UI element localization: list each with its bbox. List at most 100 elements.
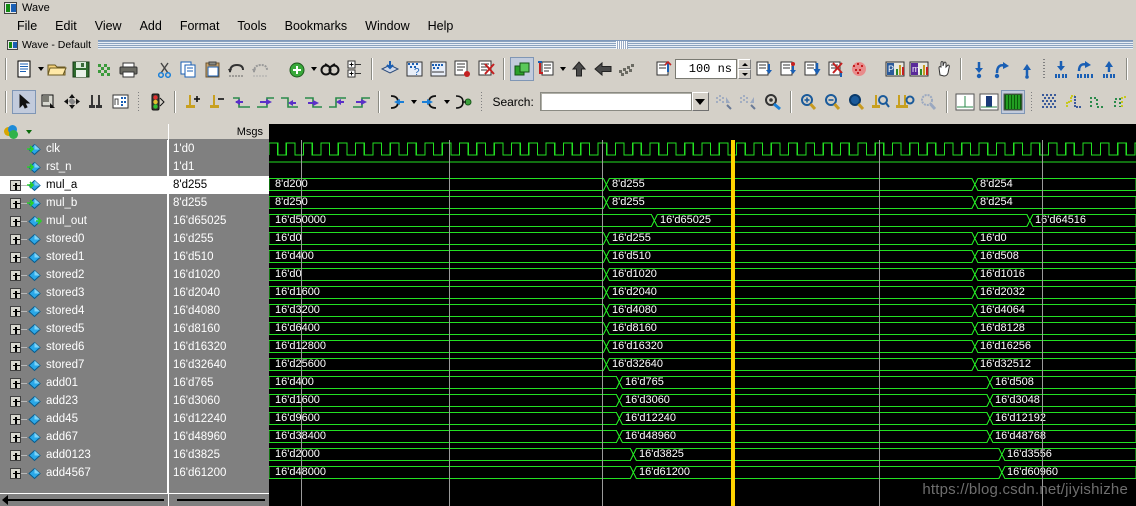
wave-config-icon[interactable]	[108, 90, 132, 114]
next-rising-edge-icon[interactable]	[301, 90, 325, 114]
waveform-row-stored1[interactable]: 16'd400 16'd510 16'd508	[269, 248, 1136, 266]
insert-cursor-plus-icon[interactable]	[181, 90, 205, 114]
signal-row-add23[interactable]: add23	[0, 392, 167, 410]
restart-icon[interactable]	[651, 57, 675, 81]
wave-mix-icon[interactable]	[615, 57, 639, 81]
expand-icon[interactable]	[10, 197, 21, 209]
redo-icon[interactable]	[249, 57, 273, 81]
grid-custom-icon[interactable]	[1110, 90, 1134, 114]
search-next-icon[interactable]	[737, 90, 761, 114]
expand-icon[interactable]	[10, 233, 21, 245]
find-signal-icon[interactable]: ?	[402, 57, 426, 81]
waveform-row-stored4[interactable]: 16'd3200 16'd4080 16'd4064	[269, 302, 1136, 320]
open-folder-icon[interactable]	[45, 57, 69, 81]
waveform-row-stored3[interactable]: 16'd1600 16'd2040 16'd2032	[269, 284, 1136, 302]
expand-icon[interactable]	[10, 431, 21, 443]
reload-icon[interactable]	[93, 57, 117, 81]
waveform-row-stored7[interactable]: 16'd25600 16'd32640 16'd32512	[269, 356, 1136, 374]
left-arrow-icon[interactable]	[591, 57, 615, 81]
expand-collapse-icon[interactable]	[342, 57, 366, 81]
step-into-icon[interactable]	[967, 57, 991, 81]
move-icon[interactable]	[60, 90, 84, 114]
add-wave-dropdown-icon[interactable]	[309, 57, 318, 81]
pane-drag-handle[interactable]	[98, 40, 1133, 49]
waveform-row-clk[interactable]	[269, 140, 1136, 158]
prev-transition-icon[interactable]	[229, 90, 253, 114]
waveform-row-stored6[interactable]: 16'd12800 16'd16320 16'd16256	[269, 338, 1136, 356]
signal-value-list[interactable]: 1'd0 1'd1 8'd255 8'd255 16'd65025 16'd255 16'd…	[169, 140, 269, 493]
expand-icon[interactable]	[10, 395, 21, 407]
find-next-icon[interactable]	[418, 90, 442, 114]
expand-icon[interactable]	[10, 467, 21, 479]
expand-icon[interactable]	[10, 251, 21, 263]
search-options-icon[interactable]	[761, 90, 785, 114]
menu-tools[interactable]: Tools	[228, 17, 275, 35]
step-out-inst-icon[interactable]	[1097, 57, 1121, 81]
search-input[interactable]	[539, 92, 692, 111]
signal-row-add4567[interactable]: add4567	[0, 464, 167, 482]
waveform-canvas[interactable]: 8'd200 8'd255 8'd254 8'd250 8'd255 8'd254 16'd…	[269, 140, 1136, 506]
wave-cursor[interactable]	[731, 140, 735, 506]
menu-edit[interactable]: Edit	[46, 17, 86, 35]
group-icon[interactable]	[510, 57, 534, 81]
expand-icon[interactable]	[10, 377, 21, 389]
copy-icon[interactable]	[177, 57, 201, 81]
signal-row-rst_n[interactable]: rst_n	[0, 158, 167, 176]
waveform-row-add23[interactable]: 16'd1600 16'd3060 16'd3048	[269, 392, 1136, 410]
waveform-row-mul_b[interactable]: 8'd250 8'd255 8'd254	[269, 194, 1136, 212]
waveform-row-add67[interactable]: 16'd38400 16'd48960 16'd48768	[269, 428, 1136, 446]
expand-icon[interactable]	[10, 359, 21, 371]
signal-row-stored6[interactable]: stored6	[0, 338, 167, 356]
waveform-row-rst_n[interactable]	[269, 158, 1136, 176]
signal-row-mul_a[interactable]: mul_a	[0, 176, 167, 194]
name-column-dropdown-icon[interactable]	[26, 129, 32, 134]
waveform-row-add01[interactable]: 16'd400 16'd765 16'd508	[269, 374, 1136, 392]
signal-row-add67[interactable]: add67	[0, 428, 167, 446]
add-wave-icon[interactable]	[285, 57, 309, 81]
timestep-spinner[interactable]	[738, 59, 751, 79]
signal-name-list[interactable]: clk rst_n mul_a mul_b mul_out stored0 stored1 s…	[0, 140, 168, 493]
zoom-out-icon[interactable]	[821, 90, 845, 114]
step-out-icon[interactable]	[1015, 57, 1039, 81]
zoom-full-icon[interactable]	[845, 90, 869, 114]
delete-wave-icon[interactable]	[474, 57, 498, 81]
signal-traffic-icon[interactable]	[145, 90, 169, 114]
format-radix-dropdown-icon[interactable]	[558, 57, 567, 81]
continue-run-icon[interactable]	[775, 57, 799, 81]
next-falling-edge-icon[interactable]	[349, 90, 373, 114]
save-icon[interactable]	[69, 57, 93, 81]
wave-style-single-icon[interactable]	[953, 90, 977, 114]
find-previous-dropdown-icon[interactable]	[409, 90, 418, 114]
waveform-row-stored2[interactable]: 16'd0 16'd1020 16'd1016	[269, 266, 1136, 284]
grid-dense-icon[interactable]	[1038, 90, 1062, 114]
expand-icon[interactable]	[10, 449, 21, 461]
cursor-pair-icon[interactable]	[84, 90, 108, 114]
cut-icon[interactable]	[153, 57, 177, 81]
signal-row-mul_b[interactable]: mul_b	[0, 194, 167, 212]
zoom-range-icon[interactable]	[893, 90, 917, 114]
prev-rising-edge-icon[interactable]	[325, 90, 349, 114]
prev-falling-edge-icon[interactable]	[277, 90, 301, 114]
signal-row-clk[interactable]: clk	[0, 140, 167, 158]
expand-icon[interactable]	[10, 413, 21, 425]
pointer-icon[interactable]	[12, 89, 36, 114]
menu-format[interactable]: Format	[171, 17, 229, 35]
search-prev-icon[interactable]	[713, 90, 737, 114]
new-file-icon[interactable]	[12, 57, 36, 81]
paste-icon[interactable]	[201, 57, 225, 81]
menu-bookmarks[interactable]: Bookmarks	[276, 17, 357, 35]
signal-row-stored7[interactable]: stored7	[0, 356, 167, 374]
expand-icon[interactable]	[10, 305, 21, 317]
find-next-dropdown-icon[interactable]	[442, 90, 451, 114]
search-dropdown-icon[interactable]	[691, 92, 709, 111]
stop-icon[interactable]	[847, 57, 871, 81]
new-file-dropdown-icon[interactable]	[36, 57, 45, 81]
find-icon[interactable]	[318, 57, 342, 81]
signal-row-stored2[interactable]: stored2	[0, 266, 167, 284]
signal-row-mul_out[interactable]: mul_out	[0, 212, 167, 230]
signal-row-stored3[interactable]: stored3	[0, 284, 167, 302]
waveform-row-mul_out[interactable]: 16'd50000 16'd65025 16'd64516	[269, 212, 1136, 230]
signal-row-add45[interactable]: add45	[0, 410, 167, 428]
find-previous-icon[interactable]	[385, 90, 409, 114]
waveform-row-add45[interactable]: 16'd9600 16'd12240 16'd12192	[269, 410, 1136, 428]
